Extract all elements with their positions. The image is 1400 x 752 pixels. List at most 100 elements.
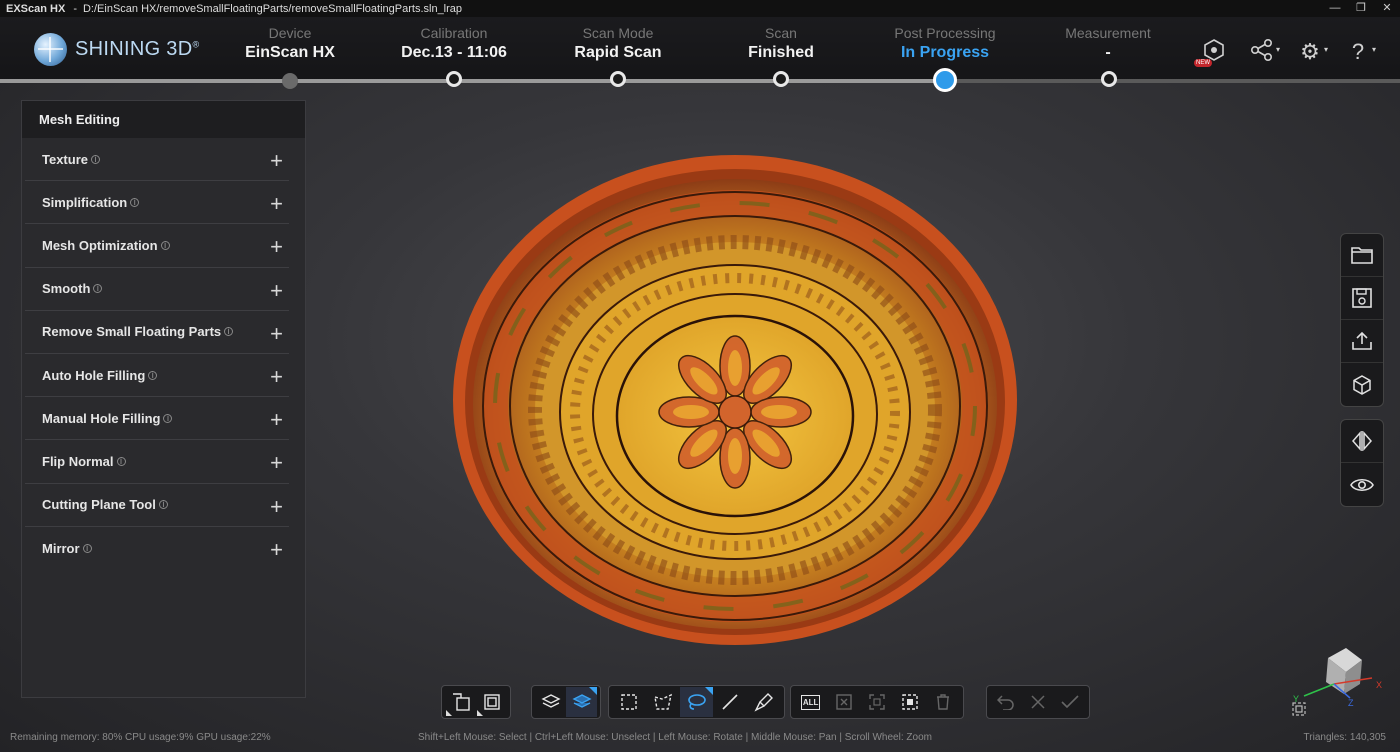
clear-selection-button[interactable] — [827, 687, 860, 717]
invert-selection-button[interactable] — [860, 687, 893, 717]
tool-smooth[interactable]: Smooth i + — [25, 268, 289, 311]
visibility-button[interactable] — [1341, 463, 1383, 506]
header-icons: NEW ▾ ⚙ ▾ ? ▾ — [1190, 37, 1382, 67]
submenu-corner-icon — [705, 687, 714, 695]
delete-selection-button[interactable] — [927, 687, 960, 717]
workflow-progress-track — [0, 79, 1400, 83]
info-icon[interactable]: i — [160, 240, 170, 250]
step-device[interactable]: Device EinScan HX — [210, 25, 370, 62]
select-all-button[interactable]: ALL — [794, 687, 827, 717]
axis-indicator[interactable]: X Y Z — [1288, 640, 1388, 720]
tool-manual-hole-filling[interactable]: Manual Hole Filling i + — [25, 397, 289, 441]
expand-plus-icon[interactable]: + — [270, 278, 283, 304]
info-icon[interactable]: i — [130, 197, 140, 207]
progress-node-measurement[interactable] — [1101, 71, 1117, 87]
submenu-corner-icon — [589, 687, 597, 695]
tool-mesh-optimization[interactable]: Mesh Optimization i + — [25, 224, 289, 268]
open-folder-button[interactable] — [1341, 234, 1383, 277]
brush-icon — [754, 693, 774, 712]
expand-plus-icon[interactable]: + — [270, 191, 283, 217]
expand-plus-icon[interactable]: + — [270, 234, 283, 260]
panel-title: Mesh Editing — [22, 101, 305, 138]
expand-plus-icon[interactable]: + — [270, 407, 283, 433]
info-icon[interactable]: i — [116, 456, 126, 466]
progress-node-calibration[interactable] — [446, 71, 462, 87]
perspective-view-button[interactable] — [445, 687, 476, 717]
info-icon[interactable]: i — [224, 327, 234, 337]
trash-icon — [937, 694, 950, 710]
info-icon[interactable]: i — [163, 413, 173, 423]
flower-motif — [658, 335, 812, 489]
cancel-button[interactable] — [1022, 687, 1054, 717]
info-icon[interactable]: i — [158, 500, 168, 510]
expand-plus-icon[interactable]: + — [270, 537, 283, 563]
step-scan[interactable]: Scan Finished — [701, 25, 861, 62]
tool-simplification[interactable]: Simplification i + — [25, 181, 289, 225]
settings-button[interactable]: ⚙ ▾ — [1286, 37, 1334, 67]
reset-view-icon[interactable] — [1292, 702, 1306, 716]
window-controls: — ❐ ✕ — [1322, 0, 1400, 17]
tool-cutting-plane[interactable]: Cutting Plane Tool i + — [25, 484, 289, 527]
line-select-button[interactable] — [713, 687, 747, 717]
mesh-editing-panel: Mesh Editing Texture i + Simplification i + … — [21, 100, 306, 698]
deselect-icon — [836, 694, 852, 710]
info-icon[interactable]: i — [93, 284, 103, 294]
rect-select-button[interactable] — [612, 687, 646, 717]
save-button[interactable] — [1341, 277, 1383, 320]
step-calibration[interactable]: Calibration Dec.13 - 11:06 — [374, 25, 534, 62]
share-icon — [1250, 38, 1273, 61]
step-post-processing[interactable]: Post Processing In Progress — [865, 25, 1025, 62]
step-measurement[interactable]: Measurement - — [1028, 25, 1188, 62]
mirror-view-button[interactable] — [1341, 420, 1383, 463]
expand-plus-icon[interactable]: + — [270, 494, 283, 520]
3d-viewport[interactable] — [440, 150, 1030, 650]
share-button[interactable]: ▾ — [1238, 37, 1286, 67]
undo-button[interactable] — [990, 687, 1022, 717]
lasso-select-button[interactable] — [679, 687, 714, 717]
close-icon — [1031, 695, 1045, 709]
progress-node-device[interactable] — [282, 73, 298, 89]
progress-node-post-processing[interactable] — [933, 68, 957, 92]
polygon-select-button[interactable] — [646, 687, 680, 717]
scanned-bowl-model[interactable] — [440, 150, 1030, 650]
lasso-icon — [688, 694, 707, 710]
info-icon[interactable]: i — [91, 154, 100, 164]
tool-auto-hole-filling[interactable]: Auto Hole Filling i + — [25, 354, 289, 398]
info-icon[interactable]: i — [82, 543, 92, 553]
info-icon[interactable]: i — [148, 370, 158, 380]
progress-node-scan-mode[interactable] — [610, 71, 626, 87]
expand-plus-icon[interactable]: + — [270, 364, 283, 390]
step-scan-mode[interactable]: Scan Mode Rapid Scan — [538, 25, 698, 62]
tool-texture[interactable]: Texture i + — [25, 138, 289, 182]
export-button[interactable] — [1341, 320, 1383, 363]
tool-remove-small-floating-parts[interactable]: Remove Small Floating Parts i + — [25, 311, 289, 354]
maximize-button[interactable]: ❐ — [1348, 0, 1374, 17]
expand-plus-icon[interactable]: + — [270, 148, 283, 174]
registered-mark: ® — [192, 39, 200, 50]
progress-node-scan[interactable] — [773, 71, 789, 87]
new-badge: NEW — [1194, 59, 1212, 67]
tool-label: Flip Normal — [42, 453, 114, 469]
selection-actions-group: ALL — [790, 685, 964, 719]
chevron-down-icon: ▾ — [1323, 45, 1328, 54]
edit-actions-group — [986, 685, 1090, 719]
select-connected-icon — [902, 694, 918, 710]
view-cube-button[interactable] — [1341, 363, 1383, 406]
close-button[interactable]: ✕ — [1374, 0, 1400, 17]
expand-plus-icon[interactable]: + — [270, 450, 283, 476]
orthographic-view-button[interactable] — [476, 687, 507, 717]
tool-mirror[interactable]: Mirror i + — [25, 527, 289, 570]
app-name: EXScan HX — [6, 2, 66, 15]
layer-visible-button[interactable] — [566, 687, 597, 717]
minimize-button[interactable]: — — [1322, 0, 1348, 17]
expand-plus-icon[interactable]: + — [270, 321, 283, 347]
select-connected-button[interactable] — [894, 687, 927, 717]
new-feature-button[interactable]: NEW — [1190, 37, 1238, 67]
brush-select-button[interactable] — [747, 687, 781, 717]
layer-both-button[interactable] — [535, 687, 566, 717]
apply-button[interactable] — [1054, 687, 1086, 717]
axis-z-label: Z — [1348, 698, 1354, 708]
logo: SHINING 3D® — [34, 33, 199, 66]
tool-flip-normal[interactable]: Flip Normal i + — [25, 440, 289, 484]
help-button[interactable]: ? ▾ — [1334, 37, 1382, 67]
